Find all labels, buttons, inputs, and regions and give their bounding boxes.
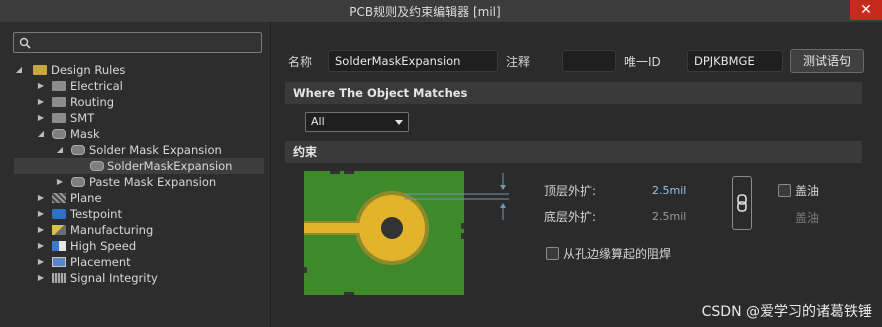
tree-item-soldermaskexpansion-rule[interactable]: SolderMaskExpansion (14, 158, 264, 174)
where-object-matches-header: Where The Object Matches (285, 82, 862, 104)
chevron-down-icon[interactable]: ◢ (36, 126, 46, 142)
tree-item-label: SolderMaskExpansion (107, 159, 233, 173)
from-hole-edge-label: 从孔边缘算起的阻焊 (563, 247, 672, 261)
close-button[interactable]: ✕ (850, 0, 882, 20)
chevron-right-icon[interactable]: ▶ (36, 270, 46, 286)
name-label: 名称 (288, 55, 313, 69)
mask-rule-icon (71, 145, 85, 155)
tree-item-routing[interactable]: ▶ Routing (14, 94, 264, 110)
tree-item-testpoint[interactable]: ▶ Testpoint (14, 206, 264, 222)
tree-item-design-rules[interactable]: ◢ Design Rules (14, 62, 264, 78)
tree-item-label: Manufacturing (70, 223, 154, 237)
test-query-button[interactable]: 测试语句 (790, 49, 864, 73)
electrical-icon (52, 81, 66, 91)
tree-item-label: Routing (70, 95, 115, 109)
tree-item-label: Testpoint (70, 207, 122, 221)
chevron-right-icon[interactable]: ▶ (36, 94, 46, 110)
tree-item-signal-integrity[interactable]: ▶ Signal Integrity (14, 270, 264, 286)
solder-mask-diagram (304, 171, 509, 295)
link-values-button[interactable] (732, 176, 752, 230)
tent-top-label: 盖油 (795, 184, 820, 198)
tree-item-label: SMT (70, 111, 95, 125)
mask-icon (52, 129, 66, 139)
tent-top-checkbox[interactable] (778, 184, 791, 197)
signal-integrity-icon (52, 273, 66, 283)
chevron-right-icon[interactable]: ▶ (36, 222, 46, 238)
mask-rule-icon (71, 177, 85, 187)
manufacturing-icon (52, 225, 66, 235)
constraints-header: 约束 (285, 141, 862, 163)
testpoint-icon (52, 209, 66, 219)
chevron-right-icon[interactable]: ▶ (36, 254, 46, 270)
top-expansion-label: 顶层外扩: (544, 184, 597, 198)
bottom-expansion-label: 底层外扩: (544, 210, 597, 224)
unique-id-label: 唯一ID (624, 55, 661, 69)
tree-item-paste-mask-expansion[interactable]: ▶ Paste Mask Expansion (14, 174, 264, 190)
chevron-right-icon[interactable]: ▶ (36, 78, 46, 94)
tree-item-manufacturing[interactable]: ▶ Manufacturing (14, 222, 264, 238)
comment-label: 注释 (506, 55, 531, 69)
link-icon (737, 194, 747, 212)
from-hole-edge-checkbox[interactable] (546, 247, 559, 260)
tree-item-placement[interactable]: ▶ Placement (14, 254, 264, 270)
high-speed-icon (52, 241, 66, 251)
tree-item-plane[interactable]: ▶ Plane (14, 190, 264, 206)
select-value: All (311, 115, 325, 128)
tree-item-mask[interactable]: ◢ Mask (14, 126, 264, 142)
tree-item-solder-mask-expansion[interactable]: ◢ Solder Mask Expansion (14, 142, 264, 158)
comment-field[interactable] (562, 50, 616, 72)
tree-item-label: Paste Mask Expansion (89, 175, 217, 189)
routing-icon (52, 97, 66, 107)
tree-item-label: High Speed (70, 239, 137, 253)
mask-rule-icon (90, 161, 104, 171)
chevron-right-icon[interactable]: ▶ (36, 190, 46, 206)
watermark: CSDN @爱学习的诸葛铁锤 (701, 304, 872, 320)
name-field[interactable]: SolderMaskExpansion (328, 50, 498, 72)
chevron-right-icon[interactable]: ▶ (55, 174, 65, 190)
chevron-right-icon[interactable]: ▶ (36, 206, 46, 222)
rule-editor-pane: 名称 SolderMaskExpansion 注释 唯一ID DPJKBMGE … (272, 22, 882, 327)
chevron-down-icon[interactable]: ◢ (55, 142, 65, 158)
unique-id-field[interactable]: DPJKBMGE (687, 50, 783, 72)
chevron-down-icon (395, 120, 403, 125)
search-icon (19, 37, 31, 49)
tree-item-label: Mask (70, 127, 100, 141)
top-expansion-value[interactable]: 2.5mil (652, 184, 686, 197)
tree-item-smt[interactable]: ▶ SMT (14, 110, 264, 126)
tree-item-label: Placement (70, 255, 131, 269)
placement-icon (52, 257, 66, 267)
tree-item-label: Design Rules (51, 63, 126, 77)
smt-icon (52, 113, 66, 123)
design-rules-icon (33, 65, 47, 75)
tree-item-high-speed[interactable]: ▶ High Speed (14, 238, 264, 254)
chevron-right-icon[interactable]: ▶ (36, 110, 46, 126)
bottom-expansion-value[interactable]: 2.5mil (652, 210, 686, 223)
tree-item-label: Electrical (70, 79, 123, 93)
tent-bottom-label: 盖油 (795, 211, 820, 225)
window-title: PCB规则及约束编辑器 [mil] (349, 5, 501, 19)
where-object-matches-select[interactable]: All (305, 112, 409, 132)
plane-icon (52, 193, 66, 203)
rules-tree-pane: ◢ Design Rules ▶ Electrical ▶ Routing ▶ … (0, 22, 271, 327)
search-input[interactable] (13, 32, 262, 53)
tree-item-label: Solder Mask Expansion (89, 143, 222, 157)
chevron-down-icon[interactable]: ◢ (14, 62, 24, 78)
title-bar: PCB规则及约束编辑器 [mil] ✕ (0, 0, 882, 22)
tree-item-electrical[interactable]: ▶ Electrical (14, 78, 264, 94)
tree-item-label: Signal Integrity (70, 271, 158, 285)
tree-item-label: Plane (70, 191, 102, 205)
rules-tree: ◢ Design Rules ▶ Electrical ▶ Routing ▶ … (14, 62, 264, 286)
chevron-right-icon[interactable]: ▶ (36, 238, 46, 254)
